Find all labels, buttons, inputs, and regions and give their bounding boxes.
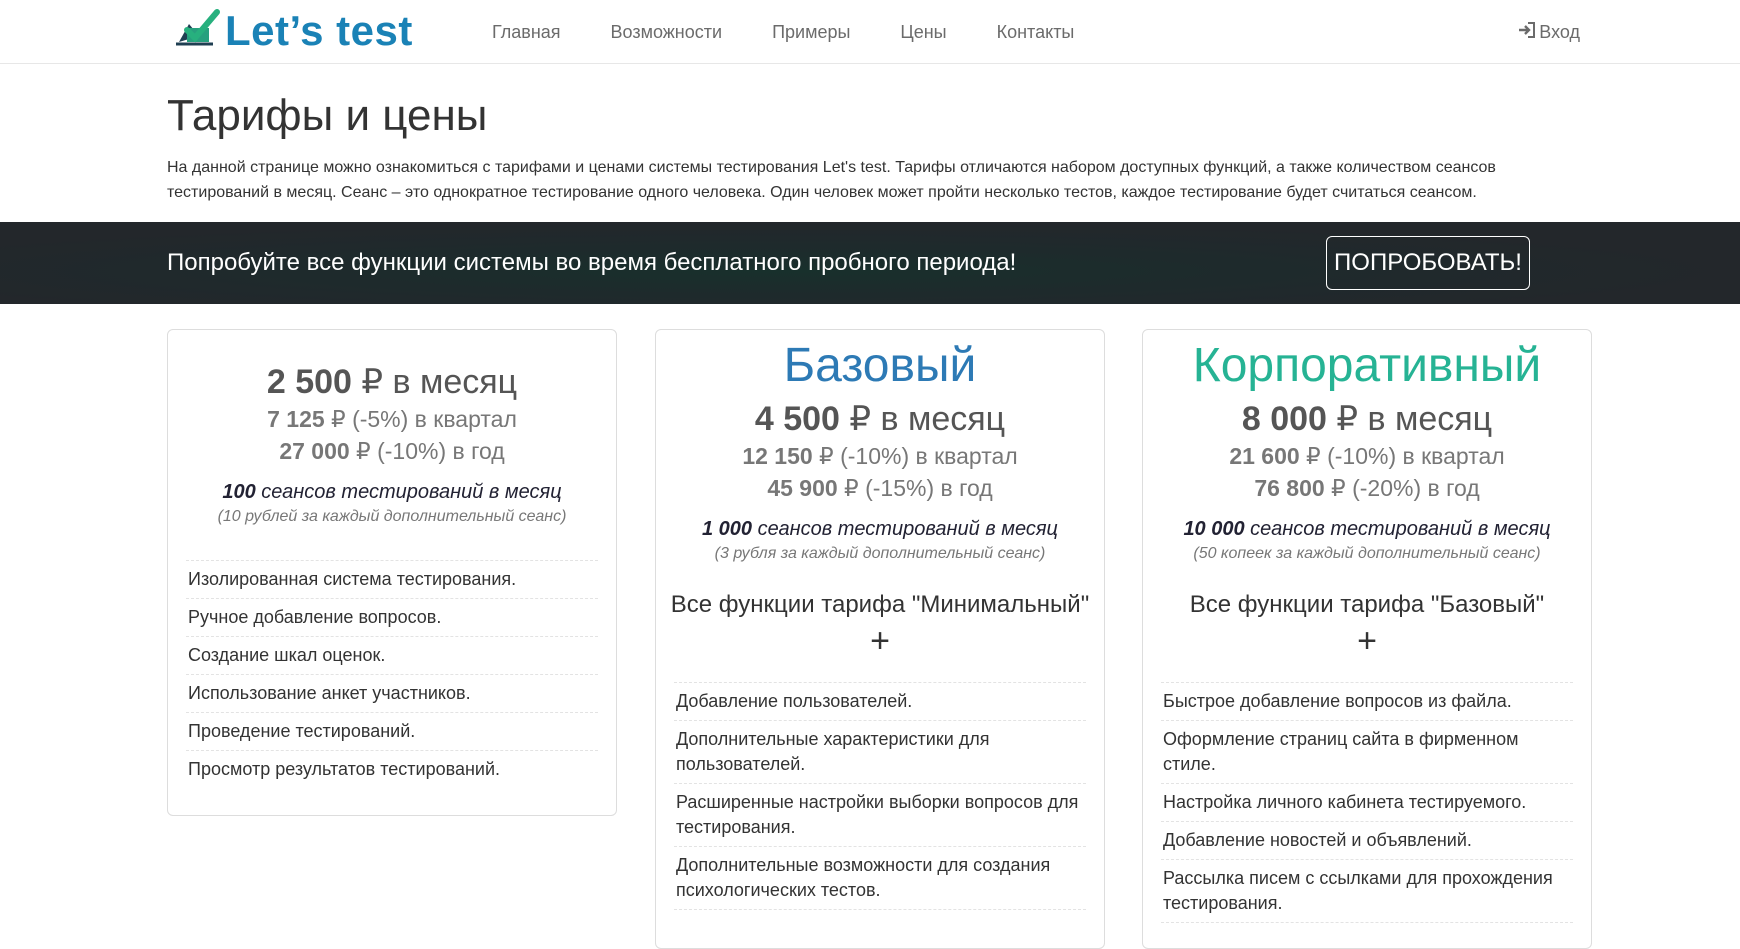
price-quarter: 7 125 ₽ (-5%) в квартал xyxy=(267,405,517,432)
price-quarter: 12 150 ₽ (-10%) в квартал xyxy=(742,442,1018,469)
nav-item-features[interactable]: Возможности xyxy=(611,22,723,43)
list-item: Дополнительные возможности для создания … xyxy=(674,847,1086,910)
plus-sign: + xyxy=(1357,621,1377,660)
sessions-limit: 10 000 сеансов тестирований в месяц xyxy=(1183,517,1551,540)
nav-item-prices[interactable]: Цены xyxy=(900,22,946,43)
price-month: 2 500 ₽ в месяц xyxy=(266,363,518,401)
extra-session-note: (50 копеек за каждый дополнительный сеан… xyxy=(1193,544,1541,562)
list-item: Просмотр результатов тестирований. xyxy=(188,758,501,779)
feature-list: Добавление пользователей. Дополнительные… xyxy=(674,681,1086,910)
nav-item-home[interactable]: Главная xyxy=(492,22,561,43)
nav-item-contacts[interactable]: Контакты xyxy=(997,22,1075,43)
login-link[interactable]: Вход xyxy=(1517,0,1580,64)
nav-item-examples[interactable]: Примеры xyxy=(772,22,850,43)
sessions-limit: 100 сеансов тестирований в месяц xyxy=(222,480,562,503)
feature-list: Изолированная система тестирования. Ручн… xyxy=(186,559,598,788)
list-item: Изолированная система тестирования. xyxy=(186,561,598,599)
feature-list: Быстрое добавление вопросов из файла. Оф… xyxy=(1161,681,1573,923)
list-item: Оформление страниц сайта в фирменном сти… xyxy=(1161,721,1573,784)
plan-card-corporate: Корпоративный 8 000 ₽ в месяц 21 600 ₽ (… xyxy=(1142,329,1592,949)
list-item: Ручное добавление вопросов. xyxy=(186,599,598,637)
plan-card-basic: Базовый 4 500 ₽ в месяц 12 150 ₽ (-10%) … xyxy=(655,329,1105,949)
plan-name: Корпоративный xyxy=(1192,339,1542,392)
page-header: Тарифы и цены На данной странице можно о… xyxy=(0,90,1740,205)
list-item: Использование анкет участников. xyxy=(186,675,598,713)
includes-previous-plan: Все функции тарифа "Минимальный" xyxy=(670,590,1090,618)
page-title: Тарифы и цены xyxy=(167,91,488,140)
price-year: 45 900 ₽ (-15%) в год xyxy=(767,474,993,501)
trial-banner: Попробуйте все функции системы во время … xyxy=(0,222,1740,304)
price-month: 4 500 ₽ в месяц xyxy=(754,399,1006,438)
brand-name: Let’s test xyxy=(225,6,413,54)
trial-banner-text: Попробуйте все функции системы во время … xyxy=(167,249,1017,276)
plan-card-minimal: 2 500 ₽ в месяц 7 125 ₽ (-5%) в квартал … xyxy=(167,329,617,816)
list-item: Добавление новостей и объявлений. xyxy=(1161,822,1573,860)
main-nav: Главная Возможности Примеры Цены Контакт… xyxy=(492,0,1124,64)
list-item: Расширенные настройки выборки вопросов д… xyxy=(674,784,1086,847)
price-year: 27 000 ₽ (-10%) в год xyxy=(279,437,505,464)
list-item: Быстрое добавление вопросов из файла. xyxy=(1161,683,1573,721)
price-month: 8 000 ₽ в месяц xyxy=(1241,399,1493,438)
plan-name: Базовый xyxy=(783,339,977,392)
price-quarter: 21 600 ₽ (-10%) в квартал xyxy=(1229,442,1505,469)
extra-session-note: (10 рублей за каждый дополнительный сеан… xyxy=(217,507,567,525)
list-item: Рассылка писем с ссылками для прохождени… xyxy=(1161,860,1573,923)
page-intro: На данной странице можно ознакомиться с … xyxy=(167,158,1496,201)
list-item: Настройка личного кабинета тестируемого. xyxy=(1161,784,1573,822)
checkmark-logo-icon xyxy=(173,6,223,55)
plus-sign: + xyxy=(870,621,890,660)
includes-previous-plan: Все функции тарифа "Базовый" xyxy=(1189,590,1545,618)
brand-logo-link[interactable]: Let’s test xyxy=(173,6,413,55)
extra-session-note: (3 рубля за каждый дополнительный сеанс) xyxy=(714,544,1046,562)
sign-in-icon xyxy=(1517,20,1539,45)
login-label: Вход xyxy=(1539,21,1580,42)
list-item: Добавление пользователей. xyxy=(674,683,1086,721)
list-item: Дополнительные характеристики для пользо… xyxy=(674,721,1086,784)
list-item: Проведение тестирований. xyxy=(186,713,598,751)
list-item: Создание шкал оценок. xyxy=(186,637,598,675)
navbar: Let’s test Главная Возможности Примеры Ц… xyxy=(0,0,1740,64)
sessions-limit: 1 000 сеансов тестирований в месяц xyxy=(701,517,1058,540)
try-button[interactable]: ПОПРОБОВАТЬ! xyxy=(1326,236,1530,290)
price-year: 76 800 ₽ (-20%) в год xyxy=(1254,474,1480,501)
